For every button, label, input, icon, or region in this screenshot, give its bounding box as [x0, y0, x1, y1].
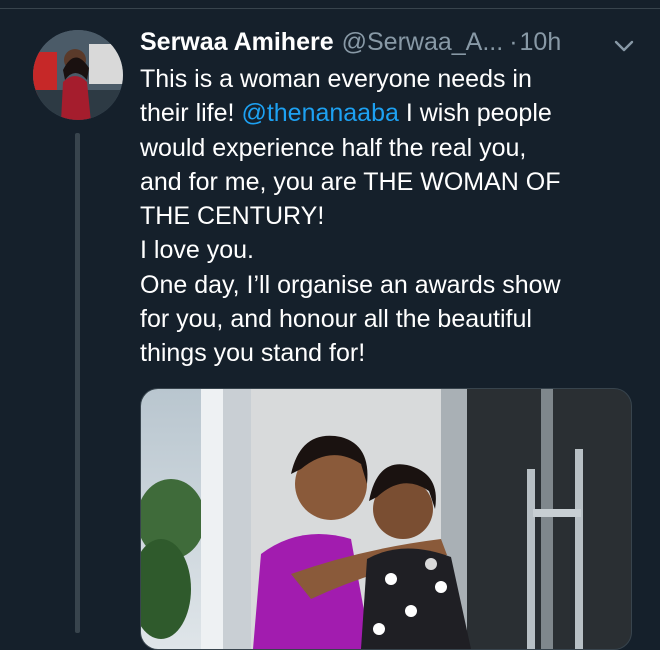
user-handle[interactable]: @Serwaa_A...: [342, 28, 504, 57]
thread-line: [75, 133, 80, 633]
tweet-line: for you, and honour all the beautiful: [140, 305, 532, 334]
tweet-line: would experience half the real you,: [140, 133, 527, 162]
media-photo: [141, 389, 631, 649]
tweet-line: One day, I’ll organise an awards show: [140, 270, 561, 299]
tweet-media-image[interactable]: [140, 388, 632, 650]
tweet-line: THE CENTURY!: [140, 202, 325, 231]
tweet-text-segment: their life!: [140, 99, 242, 128]
tweet-line: This is a woman everyone needs in: [140, 65, 532, 93]
tweet-text: This is a woman everyone needs in their …: [140, 62, 650, 371]
display-name[interactable]: Serwaa Amihere: [140, 28, 334, 57]
avatar[interactable]: [33, 30, 123, 120]
top-divider: [0, 8, 660, 9]
tweet-text-segment: I wish people: [398, 99, 552, 128]
tweet-header: Serwaa Amihere @Serwaa_A... · 10h: [140, 28, 640, 62]
mention-link[interactable]: @thenanaaba: [241, 99, 398, 127]
avatar-photo: [33, 30, 123, 120]
tweet-line: things you stand for!: [140, 339, 366, 368]
tweet-line: and for me, you are THE WOMAN OF: [140, 167, 561, 196]
separator-dot: ·: [509, 28, 518, 56]
timestamp[interactable]: 10h: [520, 28, 562, 57]
tweet-line: I love you.: [140, 236, 254, 265]
chevron-down-icon[interactable]: [612, 34, 636, 54]
tweet-line: their life! @thenanaaba I wish people: [140, 96, 650, 130]
